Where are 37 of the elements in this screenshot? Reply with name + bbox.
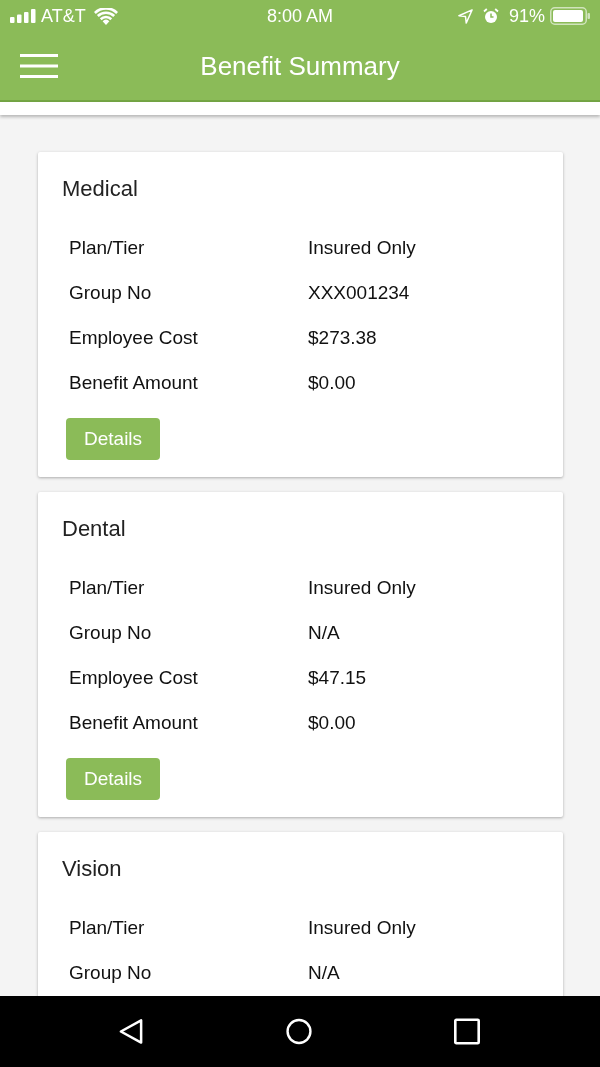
field-value: $0.00: [308, 711, 356, 734]
field-label: Employee Cost: [69, 326, 199, 349]
field-label: Benefit Amount: [69, 711, 199, 734]
field-value: Insured Only: [308, 236, 416, 259]
field-value: $0.00: [308, 371, 356, 394]
battery-percent: 91%: [508, 5, 545, 27]
field-label: Benefit Amount: [69, 371, 199, 394]
field-label: Plan/Tier: [69, 576, 146, 599]
page-title: Benefit Summary: [199, 50, 401, 82]
field-label: Group No: [69, 961, 153, 984]
field-label: Group No: [69, 281, 153, 304]
field-value: N/A: [308, 961, 340, 984]
card-title: Vision: [62, 856, 123, 882]
carrier-name: AT&T: [41, 5, 86, 27]
location-arrow-icon: [457, 8, 473, 24]
field-label: Plan/Tier: [69, 916, 146, 939]
card-title: Dental: [62, 516, 127, 542]
details-button[interactable]: Details: [66, 758, 161, 800]
field-value: $273.38: [308, 326, 377, 349]
field-value: N/A: [308, 621, 340, 644]
field-value: XXX001234: [308, 281, 410, 304]
details-button[interactable]: Details: [66, 418, 161, 460]
wifi-icon: [93, 7, 118, 25]
alarm-clock-icon: [482, 8, 499, 24]
card-title: Medical: [62, 176, 139, 202]
back-icon[interactable]: [118, 1018, 144, 1045]
field-value: Insured Only: [308, 916, 416, 939]
battery-icon: [550, 7, 590, 25]
status-time: 8:00 AM: [265, 5, 334, 27]
field-label: Group No: [69, 621, 153, 644]
field-label: Employee Cost: [69, 666, 199, 689]
signal-icon: [10, 9, 36, 23]
field-value: Insured Only: [308, 576, 416, 599]
square-icon[interactable]: [454, 1018, 480, 1045]
field-label: Plan/Tier: [69, 236, 146, 259]
circle-icon[interactable]: [286, 1018, 312, 1045]
field-value: $47.15: [308, 666, 367, 689]
